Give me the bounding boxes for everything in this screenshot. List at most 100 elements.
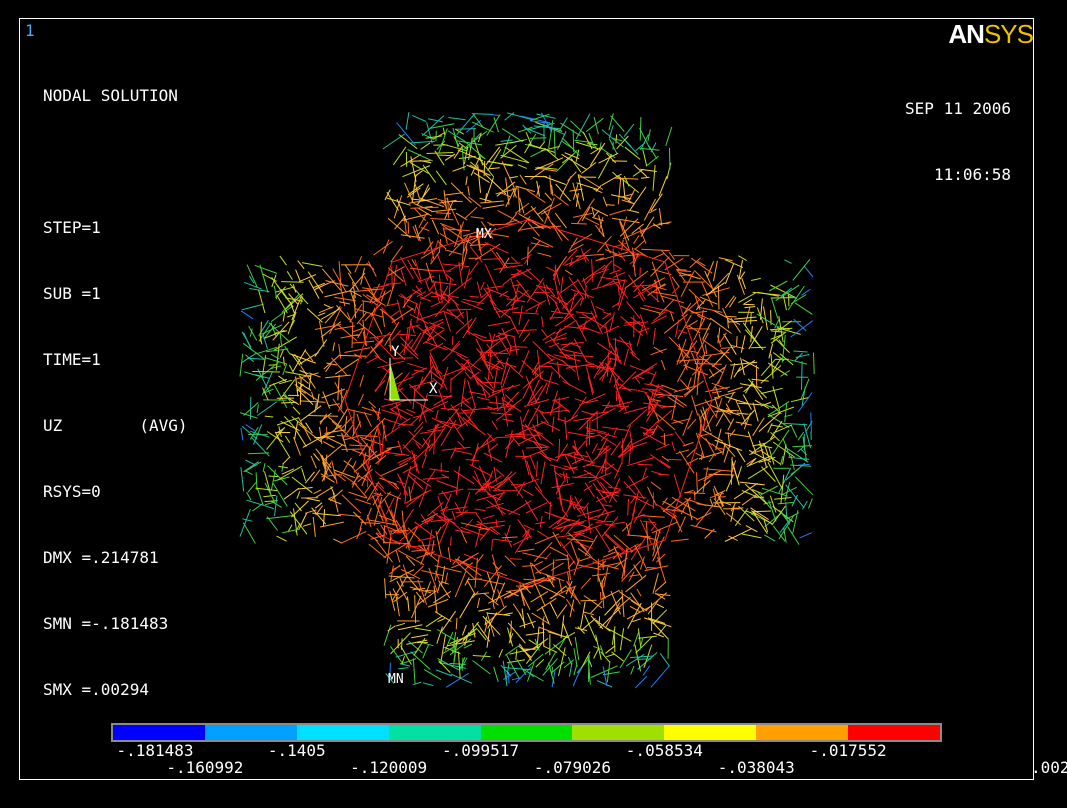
mesh-edge	[431, 219, 440, 235]
mesh-edge	[793, 350, 808, 353]
mesh-edge	[580, 599, 597, 602]
mesh-edge	[573, 557, 580, 576]
triad-fill	[390, 362, 400, 400]
mesh-edge	[387, 625, 396, 632]
mesh-edge	[608, 486, 621, 490]
mesh-edge	[435, 409, 439, 420]
mesh-edge	[255, 487, 278, 492]
mesh-edge	[451, 335, 454, 345]
mesh-edge	[587, 376, 594, 395]
mesh-edge	[784, 402, 788, 423]
mesh-edge	[613, 271, 626, 278]
mesh-edge	[580, 577, 592, 590]
mesh-edge	[344, 264, 352, 274]
mesh-edge	[483, 160, 486, 177]
legend-color-segment	[113, 725, 205, 740]
mesh-edge	[240, 310, 254, 320]
mesh-edge	[621, 438, 624, 464]
mesh-edge	[412, 681, 422, 686]
mesh-edge	[398, 667, 409, 670]
mesh-edge	[751, 378, 769, 382]
mesh-edge	[491, 412, 513, 416]
mesh-edge	[668, 336, 690, 359]
mesh-edge	[494, 264, 523, 270]
mesh-edge	[571, 222, 587, 225]
contour-legend-bar	[111, 723, 942, 742]
mesh-edge	[443, 190, 447, 210]
mesh-edge	[657, 625, 667, 636]
mesh-edge	[284, 346, 291, 355]
mesh-edge	[541, 409, 569, 414]
mesh-edge	[472, 113, 484, 129]
mesh-edge	[487, 221, 495, 227]
mesh-edge	[262, 463, 266, 473]
mesh-edge	[360, 521, 381, 525]
mesh-edge	[563, 471, 566, 482]
mesh-edge	[447, 277, 473, 297]
mesh-edge	[279, 349, 284, 358]
mesh-edge	[632, 168, 644, 177]
mesh-edge	[412, 114, 427, 122]
mesh-edge	[413, 421, 424, 433]
legend-label-bottom: -.160992	[166, 758, 244, 777]
mesh-edge	[483, 514, 495, 520]
mesh-edge	[286, 271, 293, 280]
mesh-edge	[465, 246, 468, 255]
mesh-edge	[522, 332, 531, 343]
mesh-edge	[770, 334, 783, 340]
mesh-edge	[245, 459, 257, 467]
mesh-edge	[241, 303, 264, 311]
mesh-edge	[611, 651, 624, 662]
mesh-edge	[272, 382, 288, 409]
mesh-edge	[577, 198, 595, 224]
mesh-edge	[322, 391, 331, 409]
mesh-edge	[572, 212, 593, 218]
mesh-edge	[386, 445, 401, 449]
mesh-edge	[542, 622, 545, 647]
mesh-edge	[504, 146, 530, 164]
mesh-edge	[264, 500, 278, 503]
mesh-edge	[241, 352, 258, 363]
mesh-edge	[687, 502, 693, 521]
mesh-edge	[632, 489, 640, 517]
mesh-edge	[627, 602, 642, 629]
mesh-edge	[654, 581, 667, 592]
mesh-edge	[344, 347, 371, 353]
mesh-edge	[304, 471, 315, 484]
mesh-edge	[634, 676, 648, 689]
mesh-edge	[769, 495, 777, 513]
mesh-edge	[354, 255, 363, 273]
mesh-edge	[733, 366, 742, 378]
mesh-edge	[366, 356, 378, 364]
mesh-edge	[340, 457, 352, 477]
mesh-edge	[592, 561, 619, 570]
mesh-edge	[380, 399, 410, 408]
mesh-edge	[606, 653, 615, 658]
mesh-edge	[614, 462, 623, 479]
mesh-edge	[480, 351, 494, 379]
mesh-edge	[518, 350, 530, 374]
contour-plot[interactable]: Y X MX MN	[0, 0, 1067, 808]
mesh-edge	[725, 315, 737, 318]
mesh-edge	[294, 502, 302, 512]
mesh-edge	[746, 455, 772, 468]
mesh-edge	[323, 354, 341, 370]
mesh-edge	[402, 444, 412, 454]
mesh-edge	[508, 315, 520, 335]
mesh-edge	[601, 516, 619, 537]
mesh-edge	[243, 281, 262, 290]
mesh-edge	[434, 611, 452, 622]
mesh-edge	[396, 333, 417, 336]
mesh-edge	[255, 472, 258, 491]
mesh-edge	[384, 578, 387, 599]
mesh-edge	[265, 357, 287, 365]
mesh-edge	[326, 426, 328, 440]
mesh-edge	[519, 197, 525, 214]
mesh-edge	[690, 524, 717, 533]
mesh-edge	[407, 221, 410, 234]
mesh-edge	[645, 405, 657, 422]
mesh-edge	[391, 266, 393, 290]
mesh-edge	[399, 336, 419, 356]
mesh-edge	[555, 522, 585, 529]
mesh-edge	[436, 480, 459, 489]
